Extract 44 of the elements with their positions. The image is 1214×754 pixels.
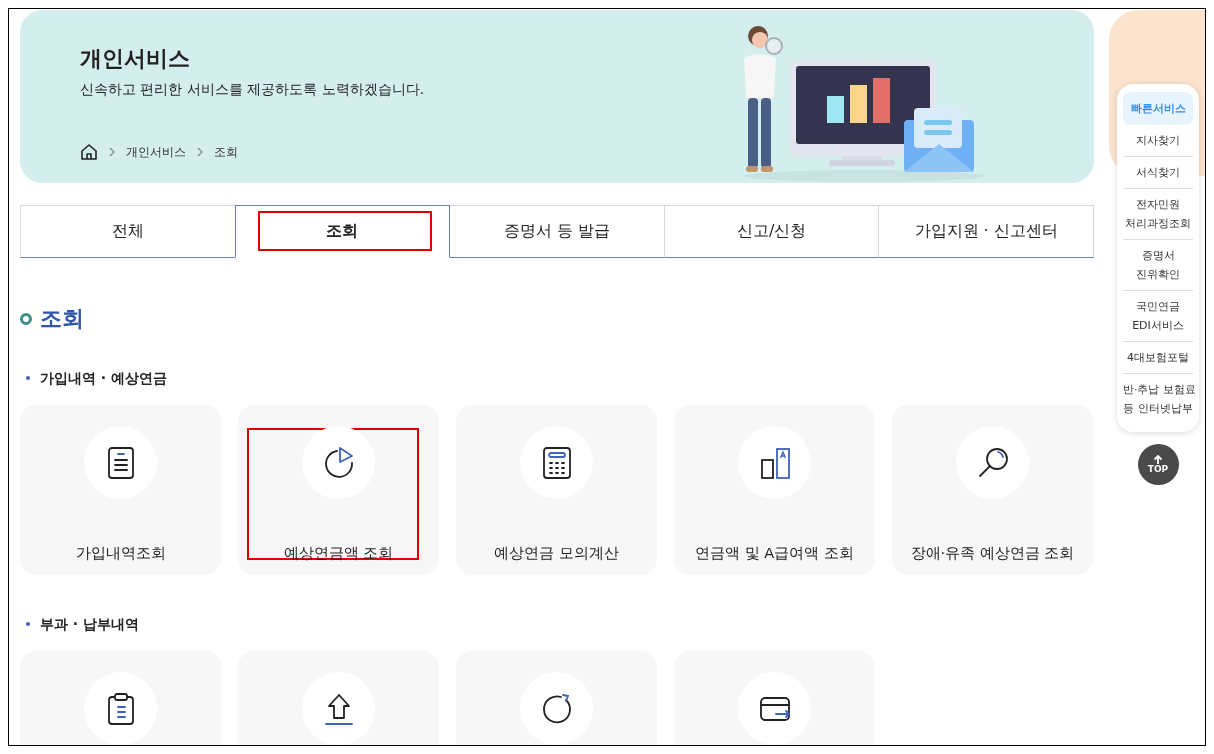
arrow-up-icon (1153, 455, 1163, 464)
quick-menu-link[interactable]: 지사찾기 (1123, 125, 1193, 157)
section-title: 조회 (40, 305, 84, 333)
top-button[interactable]: TOP (1137, 444, 1179, 485)
page-title: 개인서비스 (80, 45, 191, 73)
refresh-icon (540, 691, 573, 726)
group-title: 부과 · 납부내역 (40, 615, 140, 633)
tab[interactable]: 조회 (234, 205, 451, 258)
breadcrumb-link[interactable]: 조회 (214, 144, 238, 160)
quick-menu-link[interactable]: 서식찾기 (1123, 157, 1193, 189)
search-icon (976, 445, 1009, 480)
tab[interactable]: 증명서 등 발급 (449, 205, 665, 258)
card-label: 예상연금 모의계산 (494, 544, 619, 563)
tab[interactable]: 신고/신청 (663, 205, 880, 258)
pages-icon (758, 445, 791, 480)
home-icon[interactable] (80, 143, 98, 161)
tab[interactable]: 가입지원 · 신고센터 (878, 205, 1094, 258)
upload-icon (322, 691, 355, 726)
chevron-icon (108, 147, 116, 157)
service-card[interactable]: 가입내역조회 (20, 405, 221, 575)
card-label: 예상연금액 조회 (283, 544, 394, 563)
group-title: 가입내역 · 예상연금 (40, 369, 168, 387)
service-card[interactable]: 연금액 및 A급여액 조회 (674, 405, 875, 575)
bullet-icon (26, 622, 30, 626)
breadcrumb-link[interactable]: 개인서비스 (126, 144, 186, 160)
card-label: 장애·유족 예상연금 조회 (910, 544, 1075, 563)
quick-menu-link[interactable]: 반·추납 보험료 등 인터넷납부 (1123, 374, 1193, 424)
quick-menu-title: 빠른서비스 (1123, 92, 1193, 125)
calculator-icon (540, 445, 573, 480)
quick-menu-link[interactable]: 증명서 진위확인 (1123, 240, 1193, 291)
quick-menu-link[interactable]: 4대보험포털 (1123, 342, 1193, 374)
service-card[interactable]: 장애·유족 예상연금 조회 (892, 405, 1093, 575)
service-card[interactable]: 예상연금 모의계산 (456, 405, 657, 575)
quick-menu-link[interactable]: 국민연금 EDI서비스 (1123, 291, 1193, 342)
chevron-icon (196, 147, 204, 157)
bullet-icon (20, 313, 32, 325)
card-label: 가입내역조회 (75, 544, 166, 563)
tab[interactable]: 전체 (20, 205, 236, 258)
page-subtitle: 신속하고 편리한 서비스를 제공하도록 노력하겠습니다. (80, 81, 425, 99)
bullet-icon (26, 376, 30, 380)
card-label: 연금액 및 A급여액 조회 (695, 544, 854, 563)
quick-menu-link[interactable]: 전자민원 처리과정조회 (1123, 189, 1193, 240)
pie-chart-icon (322, 445, 355, 480)
service-card[interactable]: 예상연금액 조회 (238, 405, 439, 575)
